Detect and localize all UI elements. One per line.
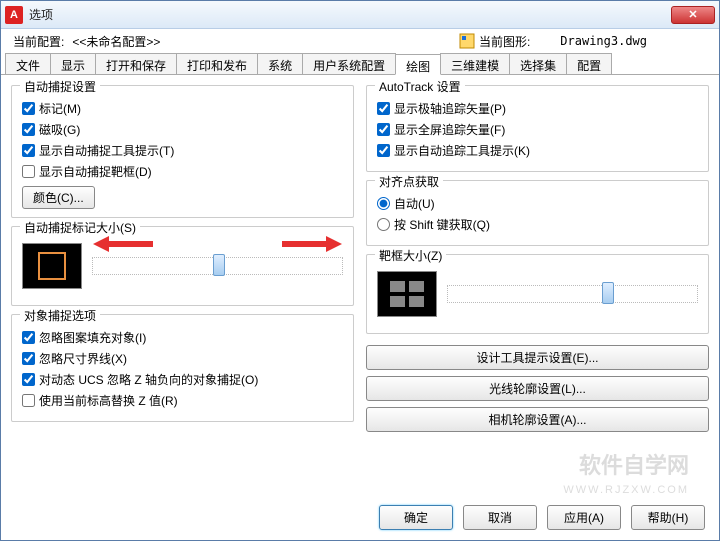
dialog-buttons: 确定 取消 应用(A) 帮助(H) — [379, 505, 705, 530]
checkbox-autosnap-aperture-box[interactable] — [22, 165, 35, 178]
checkbox-ignore-dim-ext[interactable] — [22, 352, 35, 365]
legend-osnap-options: 对象捕捉选项 — [20, 307, 100, 324]
group-aperture-size: 靶框大小(Z) — [366, 254, 709, 334]
close-button[interactable]: ✕ — [671, 6, 715, 24]
checkbox-replace-z[interactable] — [22, 394, 35, 407]
apply-button[interactable]: 应用(A) — [547, 505, 621, 530]
label-dyn-ucs-neg-z: 对动态 UCS 忽略 Z 轴负向的对象捕捉(O) — [39, 371, 258, 388]
group-autotrack-settings: AutoTrack 设置 显示极轴追踪矢量(P) 显示全屏追踪矢量(F) 显示自… — [366, 85, 709, 172]
left-column: 自动捕捉设置 标记(M) 磁吸(G) 显示自动捕捉工具提示(T) 显示自动捕捉靶… — [11, 85, 354, 485]
label-replace-z: 使用当前标高替换 Z 值(R) — [39, 392, 178, 409]
checkbox-autotrack-tooltip[interactable] — [377, 144, 390, 157]
tab-显示[interactable]: 显示 — [50, 53, 96, 74]
settings-buttons: 设计工具提示设置(E)... 光线轮廓设置(L)... 相机轮廓设置(A)... — [366, 342, 709, 435]
drawing-icon — [459, 33, 475, 49]
checkbox-marker[interactable] — [22, 102, 35, 115]
current-profile-name: <<未命名配置>> — [72, 33, 160, 50]
camera-outline-settings-button[interactable]: 相机轮廓设置(A)... — [366, 407, 709, 432]
aperture-size-slider[interactable] — [447, 285, 698, 303]
label-auto-acquire: 自动(U) — [394, 195, 435, 212]
legend-autotrack: AutoTrack 设置 — [375, 78, 465, 95]
checkbox-fullscreen-vector[interactable] — [377, 123, 390, 136]
label-autosnap-aperture-box: 显示自动捕捉靶框(D) — [39, 163, 152, 180]
tab-strip: 文件显示打开和保存打印和发布系统用户系统配置绘图三维建模选择集配置 — [1, 53, 719, 75]
legend-marker-size: 自动捕捉标记大小(S) — [20, 219, 140, 236]
group-marker-size: 自动捕捉标记大小(S) — [11, 226, 354, 306]
aperture-size-thumb[interactable] — [602, 282, 614, 304]
current-profile-label: 当前配置: — [13, 33, 64, 50]
radio-shift-acquire[interactable] — [377, 218, 390, 231]
tab-选择集[interactable]: 选择集 — [509, 53, 567, 74]
arrow-right-icon — [282, 234, 342, 254]
radio-auto-acquire[interactable] — [377, 197, 390, 210]
label-polar-vector: 显示极轴追踪矢量(P) — [394, 100, 506, 117]
legend-align-point: 对齐点获取 — [375, 173, 443, 190]
label-magnet: 磁吸(G) — [39, 121, 80, 138]
cancel-button[interactable]: 取消 — [463, 505, 537, 530]
tab-三维建模[interactable]: 三维建模 — [440, 53, 510, 74]
label-fullscreen-vector: 显示全屏追踪矢量(F) — [394, 121, 505, 138]
options-dialog: A 选项 ✕ 当前配置: <<未命名配置>> 当前图形: Drawing3.dw… — [0, 0, 720, 541]
checkbox-dyn-ucs-neg-z[interactable] — [22, 373, 35, 386]
label-ignore-dim-ext: 忽略尺寸界线(X) — [39, 350, 127, 367]
color-button[interactable]: 颜色(C)... — [22, 186, 95, 209]
marker-size-slider[interactable] — [92, 257, 343, 275]
legend-aperture-size: 靶框大小(Z) — [375, 247, 446, 264]
aperture-preview — [377, 271, 437, 317]
label-marker: 标记(M) — [39, 100, 81, 117]
legend-autosnap: 自动捕捉设置 — [20, 78, 100, 95]
arrow-left-icon — [93, 234, 153, 254]
window-title: 选项 — [29, 6, 53, 23]
checkbox-autosnap-tooltip[interactable] — [22, 144, 35, 157]
tab-用户系统配置[interactable]: 用户系统配置 — [302, 53, 396, 74]
right-column: AutoTrack 设置 显示极轴追踪矢量(P) 显示全屏追踪矢量(F) 显示自… — [366, 85, 709, 485]
help-button[interactable]: 帮助(H) — [631, 505, 705, 530]
checkbox-magnet[interactable] — [22, 123, 35, 136]
tab-系统[interactable]: 系统 — [257, 53, 303, 74]
tab-打开和保存[interactable]: 打开和保存 — [95, 53, 177, 74]
profile-row: 当前配置: <<未命名配置>> 当前图形: Drawing3.dwg — [1, 29, 719, 53]
design-tooltip-settings-button[interactable]: 设计工具提示设置(E)... — [366, 345, 709, 370]
light-outline-settings-button[interactable]: 光线轮廓设置(L)... — [366, 376, 709, 401]
label-autotrack-tooltip: 显示自动追踪工具提示(K) — [394, 142, 530, 159]
tab-打印和发布[interactable]: 打印和发布 — [176, 53, 258, 74]
app-icon: A — [5, 6, 23, 24]
tab-配置[interactable]: 配置 — [566, 53, 612, 74]
group-autosnap-settings: 自动捕捉设置 标记(M) 磁吸(G) 显示自动捕捉工具提示(T) 显示自动捕捉靶… — [11, 85, 354, 218]
marker-size-thumb[interactable] — [213, 254, 225, 276]
current-drawing-label: 当前图形: — [479, 33, 530, 50]
group-align-point-acquire: 对齐点获取 自动(U) 按 Shift 键获取(Q) — [366, 180, 709, 246]
current-drawing-name: Drawing3.dwg — [560, 34, 647, 48]
label-ignore-hatch: 忽略图案填充对象(I) — [39, 329, 146, 346]
tab-content: 自动捕捉设置 标记(M) 磁吸(G) 显示自动捕捉工具提示(T) 显示自动捕捉靶… — [1, 75, 719, 495]
label-autosnap-tooltip: 显示自动捕捉工具提示(T) — [39, 142, 174, 159]
titlebar: A 选项 ✕ — [1, 1, 719, 29]
label-shift-acquire: 按 Shift 键获取(Q) — [394, 216, 490, 233]
tab-文件[interactable]: 文件 — [5, 53, 51, 74]
ok-button[interactable]: 确定 — [379, 505, 453, 530]
group-osnap-options: 对象捕捉选项 忽略图案填充对象(I) 忽略尺寸界线(X) 对动态 UCS 忽略 … — [11, 314, 354, 422]
marker-preview — [22, 243, 82, 289]
checkbox-polar-vector[interactable] — [377, 102, 390, 115]
checkbox-ignore-hatch[interactable] — [22, 331, 35, 344]
tab-绘图[interactable]: 绘图 — [395, 54, 441, 75]
